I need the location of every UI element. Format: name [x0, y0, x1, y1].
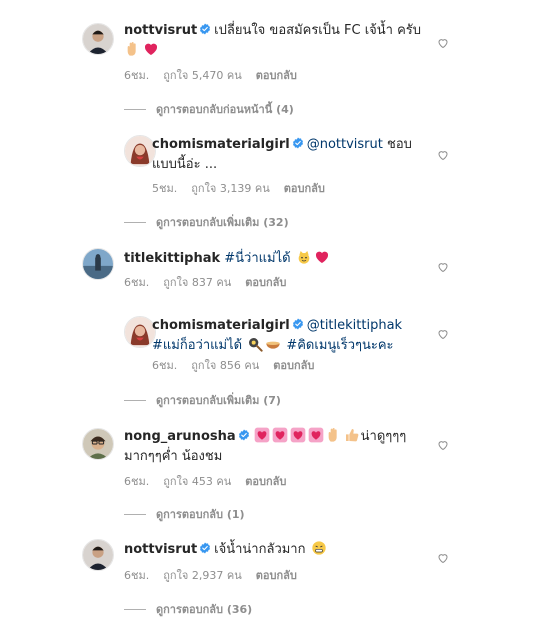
comment-body: nottvisrut เจ้น้ำน่ากลัวมาก [124, 540, 424, 560]
like-count[interactable]: ถูกใจ 453 คน [163, 475, 231, 488]
heart-decoration-emoji-icon [290, 427, 306, 443]
comment-body: nottvisrut เปลี่ยนใจ ขอสมัครเป็น FC เจ้น้… [124, 21, 424, 61]
rock-hand-emoji-icon [125, 41, 141, 57]
cat-emoji-icon [296, 249, 312, 265]
verified-icon [292, 137, 304, 149]
hashtag-link[interactable]: #คิดเมนูเร็วๆนะคะ [286, 338, 393, 353]
thread-line [124, 221, 146, 223]
comment-body: chomismaterialgirl @titlekittiphak #แม่ก็… [152, 316, 432, 356]
red-heart-emoji-icon [314, 249, 330, 265]
comment-body: nong_arunosha น่าดูๆๆๆ มากๆๆค่ำ น้องชม [124, 427, 424, 467]
username[interactable]: chomismaterialgirl [152, 137, 290, 152]
like-count[interactable]: ถูกใจ 5,470 คน [163, 69, 242, 82]
comment-text: มากๆๆค่ำ น้องชม [124, 449, 223, 464]
username[interactable]: chomismaterialgirl [152, 318, 290, 333]
rock-hand-emoji-icon [326, 427, 342, 443]
comment-time: 6ชม. [124, 475, 150, 488]
verified-icon [199, 23, 211, 35]
reply-button[interactable]: ตอบกลับ [256, 569, 297, 582]
verified-icon [292, 318, 304, 330]
hashtag-link[interactable]: #นี่ว่าแม่ได้ [224, 251, 290, 266]
grimace-emoji-icon [311, 540, 327, 556]
frying-pan-emoji-icon [247, 336, 263, 352]
view-more-replies-button[interactable]: ดูการตอบกลับเพิ่มเติม (7) [124, 391, 281, 409]
bowl-emoji-icon [265, 336, 281, 352]
like-heart-icon[interactable] [437, 439, 449, 451]
like-heart-icon[interactable] [437, 261, 449, 273]
username[interactable]: nottvisrut [124, 23, 197, 38]
reply-button[interactable]: ตอบกลับ [245, 475, 286, 488]
thread-line [124, 608, 146, 610]
reply-button[interactable]: ตอบกลับ [256, 69, 297, 82]
view-replies-button[interactable]: ดูการตอบกลับ (36) [124, 600, 252, 618]
mention-link[interactable]: @titlekittiphak [307, 318, 402, 333]
thread-toggle-label: ดูการตอบกลับเพิ่มเติม (32) [156, 216, 289, 229]
like-count[interactable]: ถูกใจ 3,139 คน [191, 182, 270, 195]
comment-meta: 6ชม. ถูกใจ 837 คน ตอบกลับ [124, 273, 300, 291]
reply-button[interactable]: ตอบกลับ [284, 182, 325, 195]
username[interactable]: nong_arunosha [124, 429, 236, 444]
comment-meta: 5ชม. ถูกใจ 3,139 คน ตอบกลับ [152, 179, 339, 197]
comment-time: 6ชม. [124, 569, 150, 582]
hashtag-link[interactable]: #แม่ก็อว่าแม่ได้ [152, 338, 242, 353]
comment-body: titlekittiphak #นี่ว่าแม่ได้ [124, 249, 424, 269]
avatar[interactable] [82, 539, 114, 571]
heart-decoration-emoji-icon [254, 427, 270, 443]
thread-line [124, 108, 146, 110]
thread-toggle-label: ดูการตอบกลับก่อนหน้านี้ (4) [156, 103, 294, 116]
like-count[interactable]: ถูกใจ 837 คน [163, 276, 231, 289]
username[interactable]: titlekittiphak [124, 251, 220, 266]
mention-link[interactable]: @nottvisrut [307, 137, 383, 152]
red-heart-emoji-icon [143, 41, 159, 57]
thread-toggle-label: ดูการตอบกลับเพิ่มเติม (7) [156, 394, 281, 407]
comment-meta: 6ชม. ถูกใจ 856 คน ตอบกลับ [152, 356, 328, 374]
view-more-replies-button[interactable]: ดูการตอบกลับเพิ่มเติม (32) [124, 213, 289, 231]
comment-text: เจ้น้ำน่ากลัวมาก [214, 542, 306, 557]
comment-text: ชอบ [387, 137, 412, 152]
avatar[interactable] [82, 23, 114, 55]
comment-meta: 6ชม. ถูกใจ 453 คน ตอบกลับ [124, 472, 300, 490]
comment-time: 6ชม. [124, 69, 150, 82]
avatar[interactable] [82, 248, 114, 280]
thread-toggle-label: ดูการตอบกลับ (36) [156, 603, 253, 616]
thread-line [124, 513, 146, 515]
like-count[interactable]: ถูกใจ 2,937 คน [163, 569, 242, 582]
comment-time: 5ชม. [152, 182, 178, 195]
comment-meta: 6ชม. ถูกใจ 2,937 คน ตอบกลับ [124, 566, 311, 584]
like-heart-icon[interactable] [437, 552, 449, 564]
view-previous-replies-button[interactable]: ดูการตอบกลับก่อนหน้านี้ (4) [124, 100, 294, 118]
avatar[interactable] [82, 428, 114, 460]
view-replies-button[interactable]: ดูการตอบกลับ (1) [124, 505, 245, 523]
comment-text: แบบนี้อ่ะ ... [152, 157, 218, 172]
comment-time: 6ชม. [152, 359, 178, 372]
heart-decoration-emoji-icon [272, 427, 288, 443]
reply-button[interactable]: ตอบกลับ [245, 276, 286, 289]
like-heart-icon[interactable] [437, 149, 449, 161]
like-heart-icon[interactable] [437, 37, 449, 49]
thread-line [124, 399, 146, 401]
verified-icon [238, 429, 250, 441]
like-heart-icon[interactable] [437, 328, 449, 340]
thumbs-up-emoji-icon [344, 427, 360, 443]
comment-text: เปลี่ยนใจ ขอสมัครเป็น FC เจ้น้ำ ครับ [214, 23, 422, 38]
username[interactable]: nottvisrut [124, 542, 197, 557]
reply-button[interactable]: ตอบกลับ [273, 359, 314, 372]
comment-body: chomismaterialgirl @nottvisrut ชอบ แบบนี้… [152, 135, 422, 175]
comment-time: 6ชม. [124, 276, 150, 289]
heart-decoration-emoji-icon [308, 427, 324, 443]
thread-toggle-label: ดูการตอบกลับ (1) [156, 508, 245, 521]
verified-icon [199, 542, 211, 554]
comment-meta: 6ชม. ถูกใจ 5,470 คน ตอบกลับ [124, 66, 311, 84]
comment-text: น่าดูๆๆๆ [360, 429, 407, 444]
like-count[interactable]: ถูกใจ 856 คน [191, 359, 259, 372]
